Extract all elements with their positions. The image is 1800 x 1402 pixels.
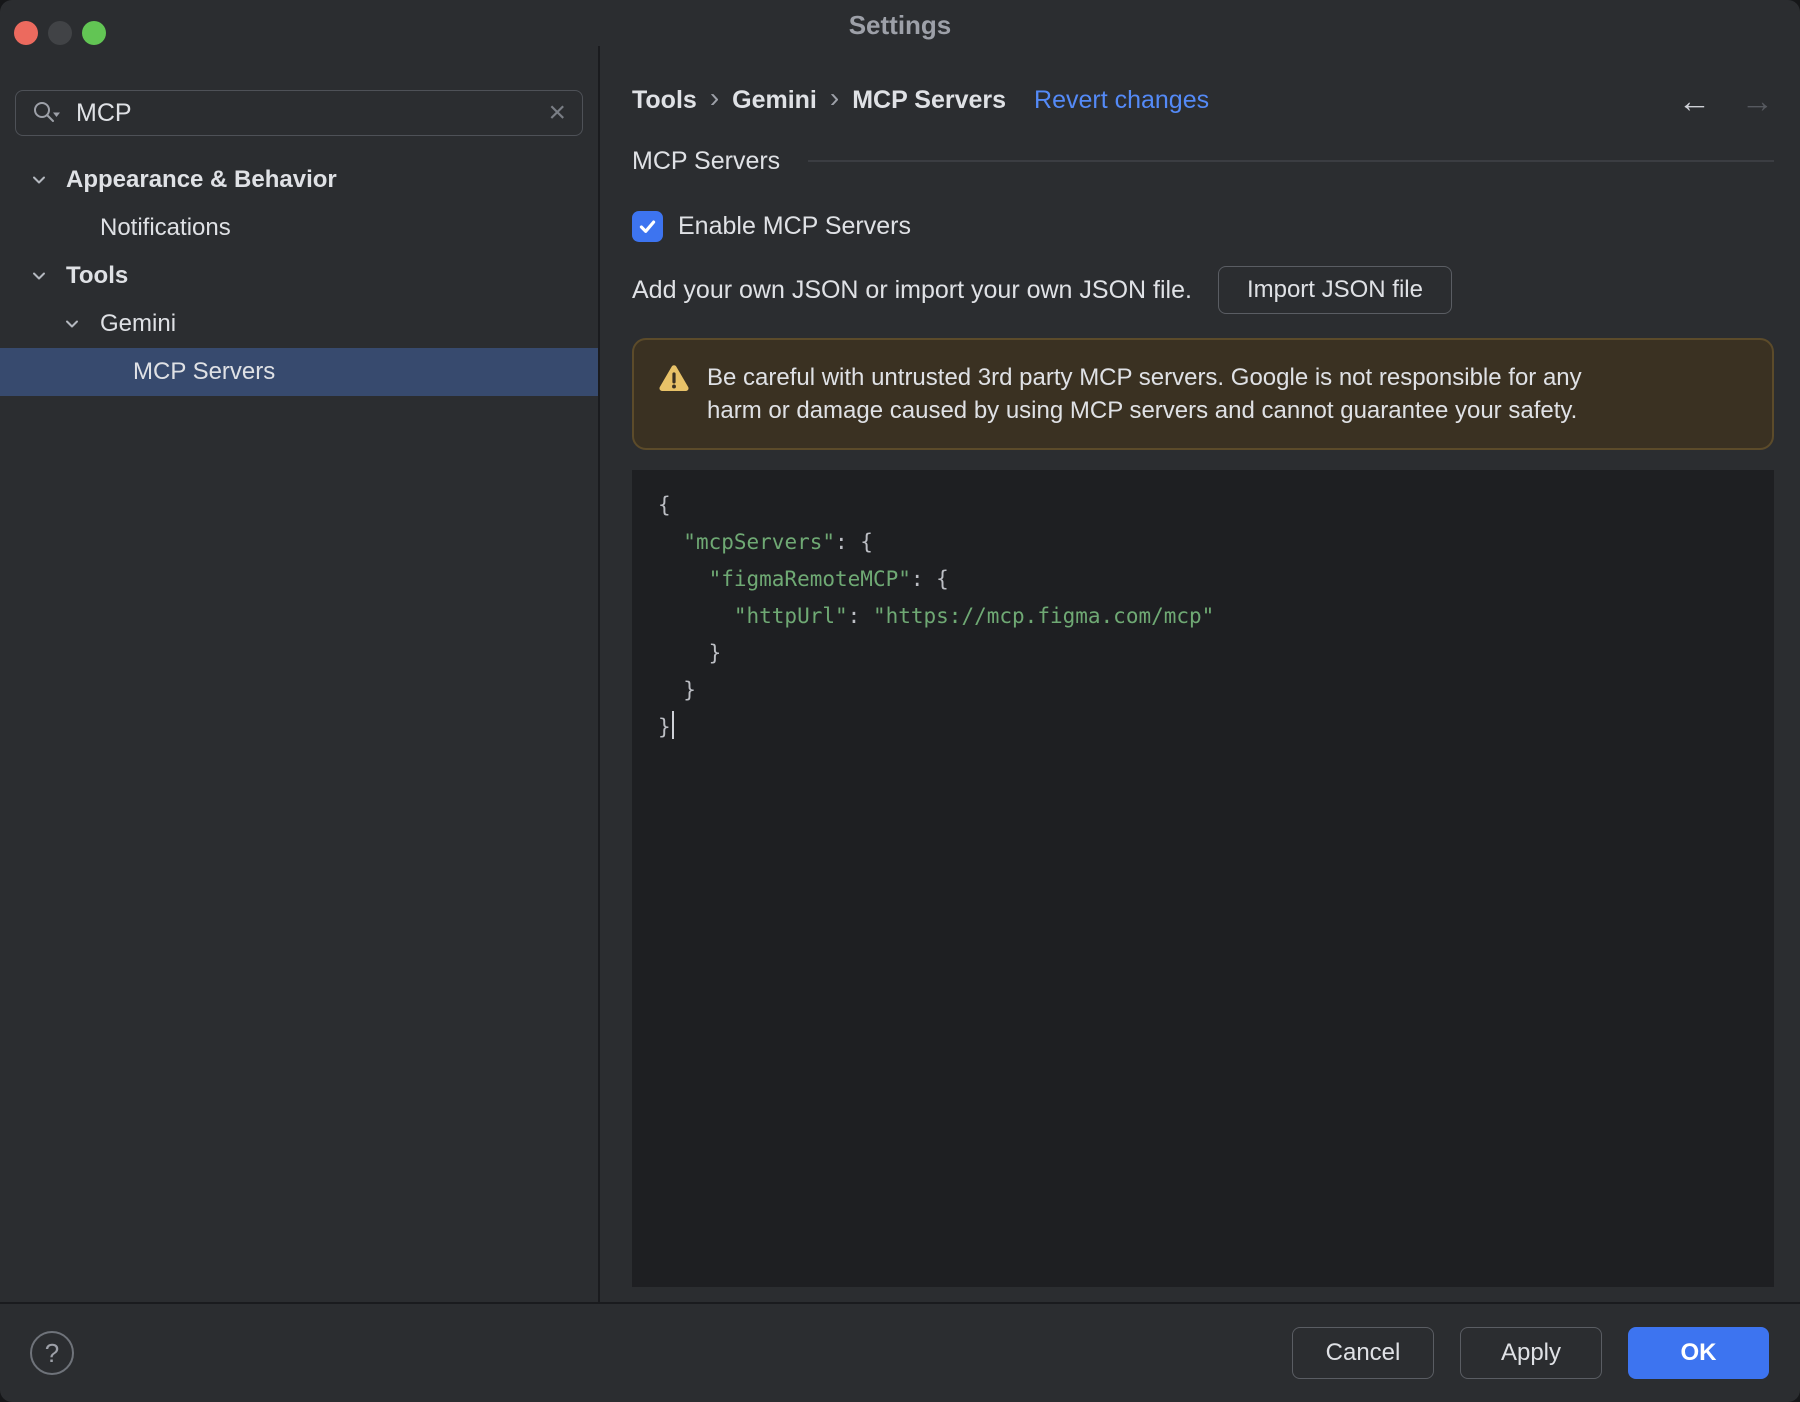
add-json-text: Add your own JSON or import your own JSO… xyxy=(632,275,1192,304)
text-cursor xyxy=(671,711,675,739)
warning-line-1: Be careful with untrusted 3rd party MCP … xyxy=(707,364,1582,391)
sidebar-item-label: MCP Servers xyxy=(133,358,276,385)
warning-banner: Be careful with untrusted 3rd party MCP … xyxy=(632,338,1774,450)
section-divider xyxy=(808,160,1774,162)
code-token: } xyxy=(658,715,671,739)
section-title: MCP Servers xyxy=(632,146,781,175)
code-token: } xyxy=(658,641,722,665)
settings-sidebar: × Appearance & Behavior Notifications To xyxy=(0,46,600,1302)
add-json-row: Add your own JSON or import your own JSO… xyxy=(632,266,1774,314)
enable-mcp-row: Enable MCP Servers xyxy=(632,204,1774,248)
help-button[interactable]: ? xyxy=(30,1331,74,1375)
enable-mcp-checkbox[interactable] xyxy=(632,210,663,242)
search-input[interactable] xyxy=(76,98,549,128)
breadcrumb-gemini[interactable]: Gemini xyxy=(732,86,817,115)
sidebar-item-label: Gemini xyxy=(100,310,177,337)
checkmark-icon xyxy=(639,220,656,233)
import-json-file-button[interactable]: Import JSON file xyxy=(1217,266,1452,314)
chevron-down-icon[interactable] xyxy=(30,171,56,189)
code-line: "httpUrl": "https://mcp.figma.com/mcp" xyxy=(658,598,1754,635)
question-mark-icon: ? xyxy=(44,1337,60,1368)
chevron-down-icon[interactable] xyxy=(30,267,56,285)
footer-buttons: Cancel Apply OK xyxy=(1292,1327,1769,1379)
code-token: "figmaRemoteMCP" xyxy=(708,567,911,591)
window-title: Settings xyxy=(848,10,952,40)
code-token: { xyxy=(658,493,671,517)
breadcrumb-tools[interactable]: Tools xyxy=(632,86,697,115)
code-token: "mcpServers" xyxy=(683,530,836,554)
settings-window: Settings × xyxy=(0,0,1800,1402)
warning-text: Be careful with untrusted 3rd party MCP … xyxy=(707,361,1582,427)
section-header: MCP Servers xyxy=(632,146,1774,176)
sidebar-item-mcp-servers[interactable]: MCP Servers xyxy=(0,348,598,396)
apply-button[interactable]: Apply xyxy=(1460,1327,1602,1379)
code-token: "https://mcp.figma.com/mcp" xyxy=(872,604,1215,628)
breadcrumb-mcp-servers: MCP Servers xyxy=(852,85,1007,114)
mcp-json-editor[interactable]: { "mcpServers": { "figmaRemoteMCP": { "h… xyxy=(632,470,1774,1287)
dialog-footer: ? Cancel Apply OK xyxy=(0,1302,1800,1402)
sidebar-item-gemini[interactable]: Gemini xyxy=(0,300,598,348)
history-nav: ← → xyxy=(1678,84,1774,117)
clear-search-icon[interactable]: × xyxy=(548,98,566,128)
titlebar: Settings xyxy=(0,0,1800,46)
sidebar-item-label: Tools xyxy=(66,262,129,289)
settings-main-panel: Tools › Gemini › MCP Servers Revert chan… xyxy=(600,46,1800,1302)
code-line: "mcpServers": { xyxy=(658,524,1754,561)
warning-triangle-icon xyxy=(658,364,690,427)
sidebar-item-notifications[interactable]: Notifications xyxy=(0,204,598,252)
cancel-button[interactable]: Cancel xyxy=(1292,1327,1434,1379)
chevron-down-icon[interactable] xyxy=(63,315,89,333)
breadcrumb-separator-icon: › xyxy=(709,82,720,113)
sidebar-item-appearance-behavior[interactable]: Appearance & Behavior xyxy=(0,156,598,204)
breadcrumb-separator-icon: › xyxy=(829,82,840,113)
ok-button[interactable]: OK xyxy=(1628,1327,1769,1379)
code-line: } xyxy=(658,635,1754,672)
warning-line-2: harm or damage caused by using MCP serve… xyxy=(707,397,1578,424)
code-line: "figmaRemoteMCP": { xyxy=(658,561,1754,598)
revert-changes-link[interactable]: Revert changes xyxy=(1034,86,1209,115)
code-token: } xyxy=(658,678,696,702)
code-token: "httpUrl" xyxy=(733,604,848,628)
search-icon xyxy=(32,100,62,126)
code-line: { xyxy=(658,487,1754,524)
sidebar-item-tools[interactable]: Tools xyxy=(0,252,598,300)
settings-tree: Appearance & Behavior Notifications Tool… xyxy=(0,156,598,396)
code-line: } xyxy=(658,672,1754,709)
code-token: : { xyxy=(910,567,949,591)
code-token: : xyxy=(847,604,873,628)
forward-arrow-icon[interactable]: → xyxy=(1741,84,1774,117)
back-arrow-icon[interactable]: ← xyxy=(1678,84,1711,117)
breadcrumb: Tools › Gemini › MCP Servers Revert chan… xyxy=(632,78,1774,122)
sidebar-item-label: Appearance & Behavior xyxy=(66,166,337,193)
settings-search-field[interactable]: × xyxy=(15,90,583,136)
code-line: } xyxy=(658,709,1754,746)
sidebar-item-label: Notifications xyxy=(100,214,231,241)
enable-mcp-label[interactable]: Enable MCP Servers xyxy=(678,212,911,241)
code-token: : { xyxy=(835,530,873,554)
